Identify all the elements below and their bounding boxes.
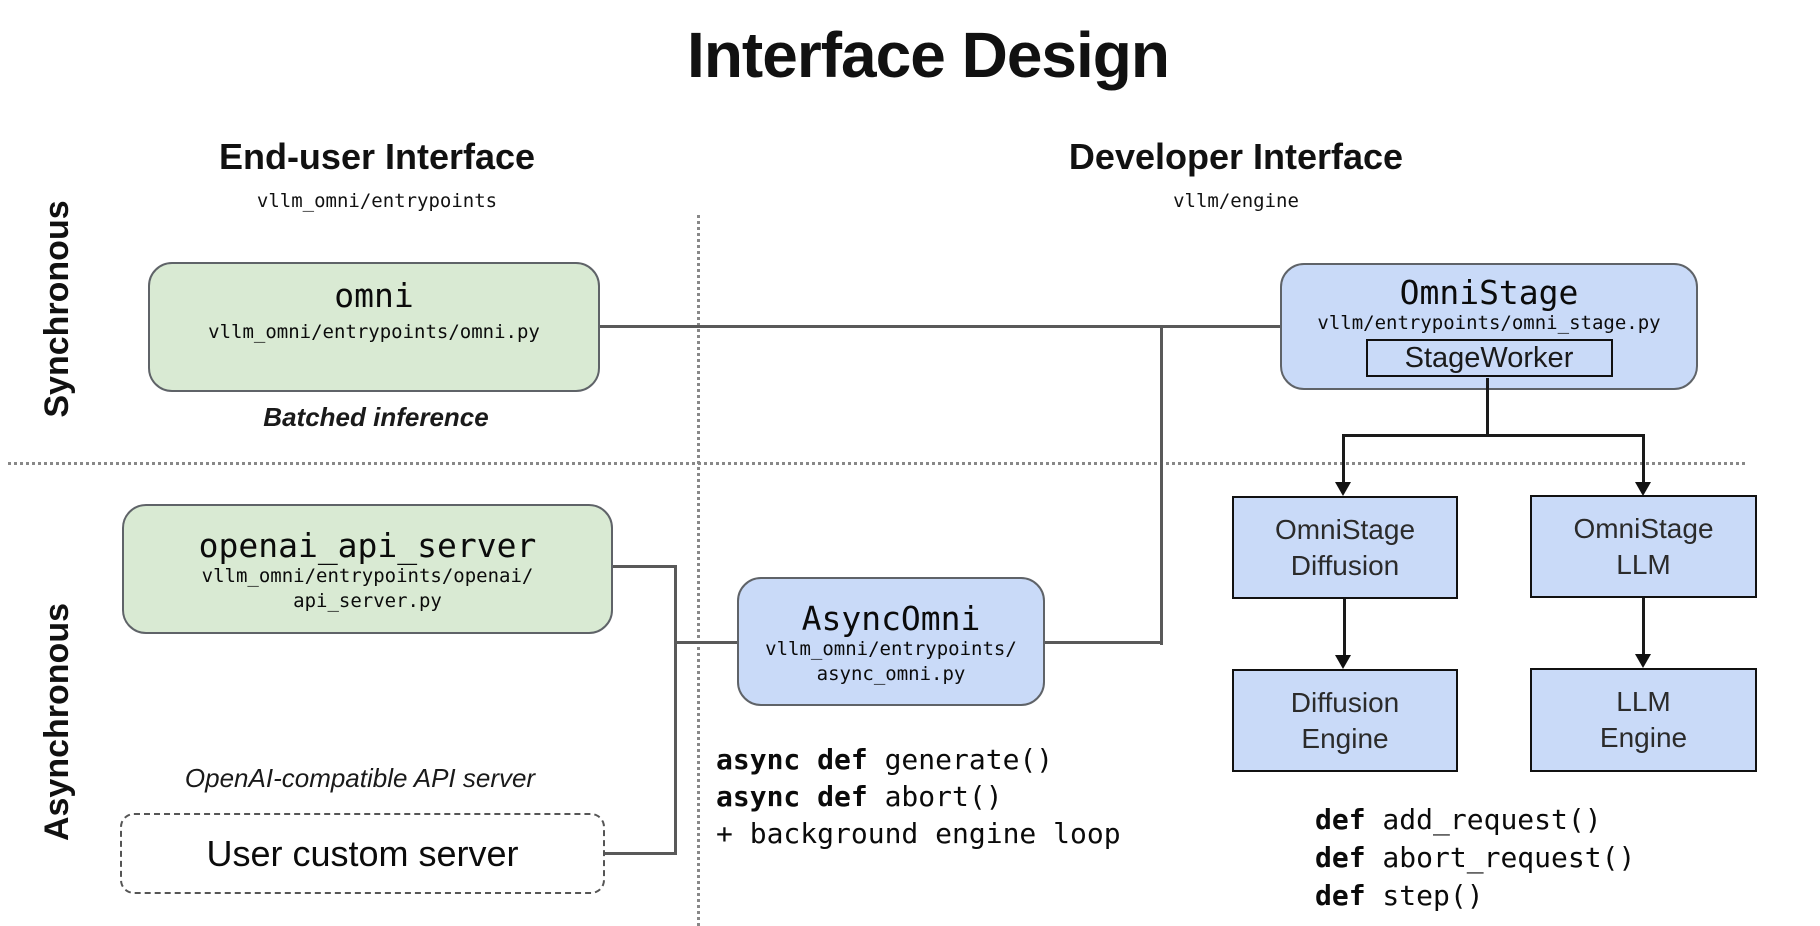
branch-left-drop-line [1342,434,1345,486]
omni-stage-llm-line1: OmniStage [1573,511,1713,547]
async-omni-title: AsyncOmni [802,601,981,637]
async-omni-path-line2: async_omni.py [817,662,966,687]
arrowhead-to-llm-engine [1635,654,1651,668]
user-custom-server-box: User custom server [120,813,605,894]
page-title: Interface Design [528,18,1328,92]
openai-api-server-box: openai_api_server vllm_omni/entrypoints/… [122,504,613,634]
connector-junction-vertical [1160,325,1163,645]
connector-left-junction-vertical [674,565,677,855]
diffusion-engine-line1: Diffusion [1291,685,1399,721]
async-code-block: async def generate() async def abort() +… [716,741,1121,852]
omni-box-title: omni [334,278,413,314]
stage-worker-box: StageWorker [1366,339,1613,377]
keyword: async def [716,780,868,813]
omni-stage-llm-line2: LLM [1616,547,1670,583]
branch-right-drop-line [1642,434,1645,486]
code-text: add_request() [1366,803,1602,836]
openai-api-server-path-line1: vllm_omni/entrypoints/openai/ [202,564,534,589]
omni-stage-title: OmniStage [1400,275,1579,311]
omni-stage-box: OmniStage vllm/entrypoints/omni_stage.py… [1280,263,1698,390]
stageworker-stem-line [1486,378,1489,436]
diffusion-arrow-line [1343,599,1346,657]
arrowhead-to-stage-llm [1635,482,1651,496]
omni-stage-diffusion-line2: Diffusion [1291,548,1399,584]
batched-inference-caption: Batched inference [150,402,602,433]
code-text: abort_request() [1366,841,1636,874]
branch-horizontal-line [1342,434,1645,437]
omni-stage-diffusion-box: OmniStage Diffusion [1232,496,1458,599]
stage-worker-label: StageWorker [1405,342,1574,375]
connector-asyncomni-left [677,641,737,644]
synchronous-axis-label: Synchronous [33,189,81,429]
connector-asyncomni-right [1045,641,1163,644]
openai-compatible-caption: OpenAI-compatible API server [110,763,610,794]
end-user-interface-path: vllm_omni/entrypoints [127,190,627,212]
diffusion-engine-line2: Engine [1301,721,1388,757]
developer-interface-heading: Developer Interface [986,136,1486,178]
llm-engine-line1: LLM [1616,684,1670,720]
arrowhead-to-diffusion-engine [1335,655,1351,669]
end-user-interface-heading: End-user Interface [127,136,627,178]
interface-design-diagram: Interface Design End-user Interface vllm… [0,0,1820,926]
code-line-abort: async def abort() [716,778,1121,815]
code-line-abort-request: def abort_request() [1315,839,1635,877]
llm-engine-line2: Engine [1600,720,1687,756]
omni-box-path: vllm_omni/entrypoints/omni.py [208,320,540,345]
code-line-add-request: def add_request() [1315,801,1635,839]
keyword: async def [716,743,868,776]
code-text: abort() [868,780,1003,813]
code-line-background-loop: + background engine loop [716,815,1121,852]
code-text: step() [1366,879,1484,912]
omni-stage-diffusion-line1: OmniStage [1275,512,1415,548]
omni-stage-path: vllm/entrypoints/omni_stage.py [1317,311,1660,336]
keyword: def [1315,879,1366,912]
horizontal-divider-dotted-line [8,462,1745,465]
async-omni-box: AsyncOmni vllm_omni/entrypoints/ async_o… [737,577,1045,706]
def-code-block: def add_request() def abort_request() de… [1315,801,1635,915]
code-text: + background engine loop [716,817,1121,850]
llm-engine-box: LLM Engine [1530,668,1757,772]
connector-usercustom-out [600,852,677,855]
async-omni-path-line1: vllm_omni/entrypoints/ [765,637,1017,662]
developer-interface-path: vllm/engine [986,190,1486,212]
omni-stage-llm-box: OmniStage LLM [1530,495,1757,598]
code-line-step: def step() [1315,877,1635,915]
code-text: generate() [868,743,1053,776]
connector-omni-omnistage [600,325,1280,328]
asynchronous-axis-label: Asynchronous [33,602,81,842]
diffusion-engine-box: Diffusion Engine [1232,669,1458,772]
openai-api-server-path-line2: api_server.py [293,589,442,614]
omni-box: omni vllm_omni/entrypoints/omni.py [148,262,600,392]
keyword: def [1315,841,1366,874]
user-custom-server-label: User custom server [206,833,518,875]
keyword: def [1315,803,1366,836]
llm-arrow-line [1642,598,1645,655]
arrowhead-to-stage-diffusion [1335,482,1351,496]
code-line-generate: async def generate() [716,741,1121,778]
vertical-divider-dotted-line [697,215,700,926]
openai-api-server-title: openai_api_server [199,528,537,564]
connector-openai-out [613,565,677,568]
